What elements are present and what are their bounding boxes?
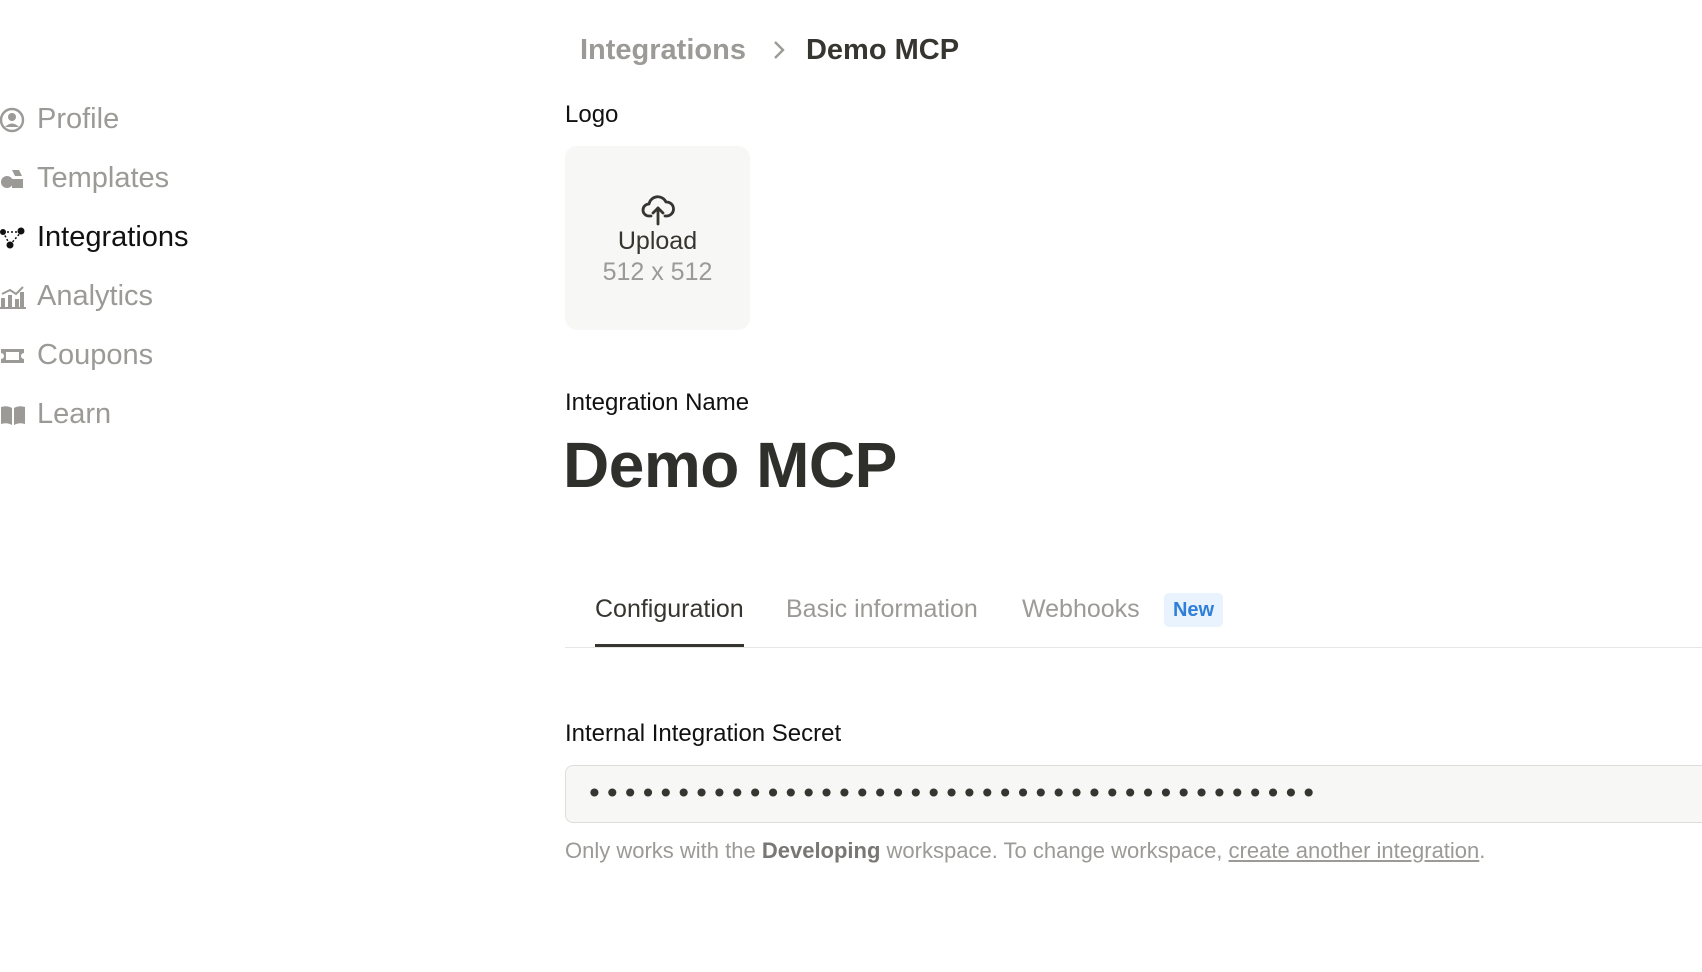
profile-icon <box>0 107 26 133</box>
new-badge: New <box>1164 593 1223 627</box>
logo-upload-button[interactable]: Upload 512 x 512 <box>565 146 750 330</box>
tab-bar: Configuration Basic information Webhooks… <box>565 585 1702 648</box>
secret-field[interactable]: ••••••••••••••••••••••••••••••••••••••••… <box>565 765 1702 823</box>
helper-middle: workspace. To change workspace, <box>880 838 1229 863</box>
logo-label: Logo <box>565 101 619 128</box>
sidebar: Profile Templates Integrations Analytics… <box>0 90 400 444</box>
upload-label: Upload <box>617 227 698 255</box>
sidebar-item-label: Profile <box>37 103 120 135</box>
secret-helper-text: Only works with the Developing workspace… <box>565 838 1485 864</box>
breadcrumb-integrations-link[interactable]: Integrations <box>580 34 746 67</box>
integration-name-label: Integration Name <box>565 389 750 416</box>
sidebar-item-label: Learn <box>37 398 112 430</box>
tab-basic-information[interactable]: Basic information <box>786 585 978 645</box>
helper-suffix: . <box>1479 838 1486 863</box>
chevron-right-icon <box>772 39 786 61</box>
breadcrumb: Integrations Demo MCP <box>580 28 959 72</box>
integrations-icon <box>0 225 26 251</box>
sidebar-item-analytics[interactable]: Analytics <box>0 267 400 326</box>
helper-workspace-name: Developing <box>761 838 881 863</box>
coupons-icon <box>0 343 26 369</box>
sidebar-item-integrations[interactable]: Integrations <box>0 208 400 267</box>
learn-icon <box>0 402 26 428</box>
tab-configuration[interactable]: Configuration <box>595 585 744 647</box>
sidebar-item-coupons[interactable]: Coupons <box>0 326 400 385</box>
breadcrumb-current: Demo MCP <box>805 33 960 66</box>
sidebar-item-label: Templates <box>37 162 170 194</box>
tab-webhooks[interactable]: Webhooks <box>1022 585 1140 645</box>
analytics-icon <box>0 284 26 310</box>
templates-icon <box>0 166 26 192</box>
sidebar-item-templates[interactable]: Templates <box>0 149 400 208</box>
sidebar-item-profile[interactable]: Profile <box>0 90 400 149</box>
upload-size-hint: 512 x 512 <box>602 258 713 286</box>
cloud-upload-icon <box>641 192 675 226</box>
sidebar-item-label: Coupons <box>37 339 154 371</box>
sidebar-item-label: Analytics <box>37 280 154 312</box>
sidebar-item-label: Integrations <box>37 221 189 253</box>
sidebar-item-learn[interactable]: Learn <box>0 385 400 444</box>
secret-label: Internal Integration Secret <box>565 720 842 747</box>
integration-name-title[interactable]: Demo MCP <box>563 428 897 502</box>
create-integration-link[interactable]: create another integration <box>1229 838 1480 863</box>
integration-settings-page: Profile Templates Integrations Analytics… <box>0 0 1702 972</box>
helper-prefix: Only works with the <box>565 838 762 863</box>
